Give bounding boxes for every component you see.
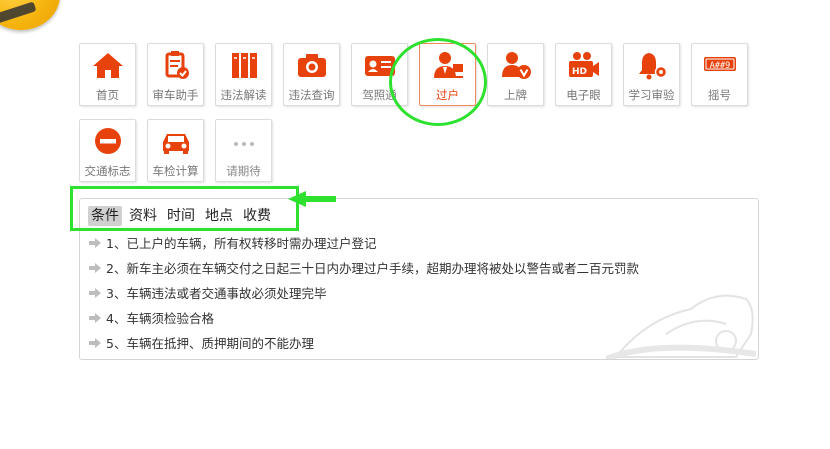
nav-tile-violation-guide[interactable]: 违法解读	[215, 43, 272, 106]
nav-tile-violation-query[interactable]: 违法查询	[283, 43, 340, 106]
nav-tile-home[interactable]: 首页	[79, 43, 136, 106]
home-icon	[91, 50, 125, 80]
nav-tile-label: 首页	[96, 88, 119, 102]
list-item: 2、新车主必须在车辆交付之日起三十日内办理过户手续，超期办理将被处以警告或者二百…	[88, 255, 639, 280]
no-entry-icon	[91, 126, 125, 156]
list-item: 3、车辆违法或者交通事故必须处理完毕	[88, 280, 639, 305]
info-tabs: 条件 资料 时间 地点 收费	[88, 206, 274, 226]
nav-tile-coming-soon: 请期待	[215, 119, 272, 182]
tab-fees[interactable]: 收费	[240, 206, 274, 226]
bell-gear-icon	[635, 50, 669, 80]
nav-tile-label: 摇号	[708, 88, 731, 102]
clipboard-check-icon	[159, 50, 193, 80]
tab-location[interactable]: 地点	[202, 206, 236, 226]
nav-tile-traffic-camera[interactable]: HD 电子眼	[555, 43, 612, 106]
car-icon	[159, 126, 193, 156]
nav-tile-label: 请期待	[226, 164, 261, 178]
list-item: 4、车辆须检验合格	[88, 305, 639, 330]
nav-tile-license[interactable]: 驾照通	[351, 43, 408, 106]
arrow-right-icon	[89, 262, 101, 273]
ellipsis-icon	[227, 126, 261, 156]
list-item-text: 3、车辆违法或者交通事故必须处理完毕	[106, 286, 327, 301]
nav-tile-label: 违法查询	[288, 88, 335, 102]
books-icon	[227, 50, 261, 80]
camera-icon	[295, 50, 329, 80]
tab-conditions[interactable]: 条件	[88, 206, 122, 226]
arrow-right-icon	[89, 312, 101, 323]
nav-tile-label: 交通标志	[84, 164, 131, 178]
id-card-icon	[363, 50, 397, 80]
nav-tile-transfer[interactable]: 过户	[419, 43, 476, 106]
nav-tile-label: 驾照通	[362, 88, 397, 102]
list-item-text: 5、车辆在抵押、质押期间的不能办理	[106, 336, 314, 351]
list-item-text: 4、车辆须检验合格	[106, 311, 214, 326]
nav-tile-label: 审车助手	[152, 88, 199, 102]
nav-tile-traffic-signs[interactable]: 交通标志	[79, 119, 136, 182]
list-item-text: 1、已上户的车辆，所有权转移时需办理过户登记	[106, 236, 377, 251]
person-badge-icon	[499, 50, 533, 80]
nav-tile-label: 电子眼	[566, 88, 601, 102]
nav-tile-label: 违法解读	[220, 88, 267, 102]
nav-tile-label: 上牌	[504, 88, 527, 102]
list-item-text: 2、新车主必须在车辆交付之日起三十日内办理过户手续，超期办理将被处以警告或者二百…	[106, 261, 639, 276]
plate-icon: A##9	[703, 50, 737, 80]
tab-time[interactable]: 时间	[164, 206, 198, 226]
tab-documents[interactable]: 资料	[126, 206, 160, 226]
nav-tile-inspection-assistant[interactable]: 审车助手	[147, 43, 204, 106]
nav-tile-label: 车检计算	[152, 164, 199, 178]
hd-camera-icon: HD	[567, 50, 601, 80]
nav-tile-inspection-calc[interactable]: 车检计算	[147, 119, 204, 182]
arrow-right-icon	[89, 287, 101, 298]
nav-tile-registration[interactable]: 上牌	[487, 43, 544, 106]
list-item: 1、已上户的车辆，所有权转移时需办理过户登记	[88, 230, 639, 255]
arrow-right-icon	[89, 337, 101, 348]
list-item: 5、车辆在抵押、质押期间的不能办理	[88, 330, 639, 355]
person-transfer-icon	[431, 50, 465, 80]
nav-tile-label: 过户	[436, 88, 459, 102]
plate-text: A##9	[709, 61, 729, 71]
arrow-right-icon	[89, 237, 101, 248]
svg-text:HD: HD	[572, 67, 587, 77]
nav-tile-label: 学习审验	[628, 88, 675, 102]
nav-tile-study-review[interactable]: 学习审验	[623, 43, 680, 106]
nav-tile-lottery[interactable]: A##9 摇号	[691, 43, 748, 106]
condition-list: 1、已上户的车辆，所有权转移时需办理过户登记 2、新车主必须在车辆交付之日起三十…	[88, 230, 639, 355]
app-logo	[0, 0, 60, 30]
